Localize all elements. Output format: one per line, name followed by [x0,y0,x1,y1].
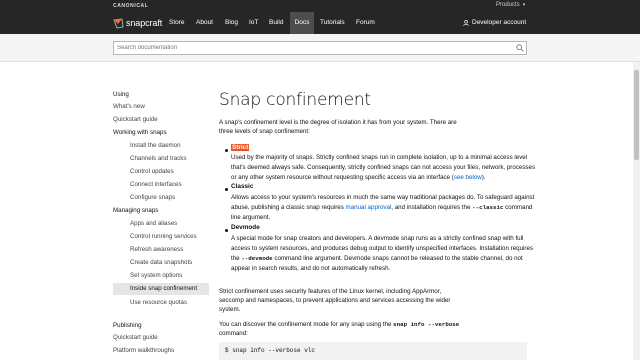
devmode-desc-1: A special mode for snap creators and dev… [231,235,524,242]
strict-desc-1: Used by the majority of snaps. Strictly … [231,154,528,161]
code-block: $ snap info --verbose vlc [219,342,527,360]
nav-item-iot[interactable]: IoT [249,12,259,34]
classic-desc-3: line argument. [231,214,271,221]
para3-line-1: You can discover the confinement mode fo… [219,320,459,330]
devmode-term: Devmode [231,224,260,231]
nav-item-about[interactable]: About [196,12,214,34]
bullet [225,188,228,191]
canonical-topbar: CANONICAL Products ▾ [0,0,640,12]
account-label: Developer account [472,19,527,26]
sidebar-item-data-snapshots[interactable]: Create data snapshots [130,257,192,269]
sidebar-item-refresh-awareness[interactable]: Refresh awareness [130,244,183,256]
products-label: Products [496,2,520,8]
nav-item-docs[interactable]: Docs [290,12,314,34]
main-nav: snapcraft Store About Blog IoT Build Doc… [0,12,640,34]
para3-line-2: command: [219,330,248,337]
classic-term: Classic [231,183,254,190]
page-scrollbar[interactable] [633,62,640,360]
sidebar-item-whats-new[interactable]: What's new [113,101,145,113]
sidebar-item-configure-snaps[interactable]: Configure snaps [130,192,175,204]
devmode-desc-2: access to system resources, and produces… [231,245,533,252]
page-title: Snap confinement [219,90,371,110]
snapcraft-logo[interactable]: snapcraft [113,16,162,30]
snapcraft-icon [113,17,124,29]
bullet [225,229,228,232]
sidebar-item-connect-interfaces[interactable]: Connect interfaces [130,179,182,191]
classic-desc-1: Allows access to your system's resources… [231,194,535,201]
strict-term: Strict [231,144,250,151]
devmode-desc-4: appear in search results, and do not aut… [231,265,391,272]
classic-desc-2: abuse, publishing a classic snap require… [231,203,532,213]
manual-approval-link[interactable]: manual approval [346,204,392,211]
classic-flag-code: --classic [472,204,504,211]
classic-desc-2c: command [503,204,533,211]
nav-item-blog[interactable]: Blog [225,12,239,34]
nav-item-store[interactable]: Store [169,12,185,34]
devmode-desc-3b: command line argument. Devmode snaps can… [272,255,523,262]
bullet [225,149,228,152]
user-icon [463,20,469,26]
sidebar-item-snap-confinement[interactable]: Inside snap confinement [113,283,209,295]
code-line: $ snap info --verbose vlc [225,347,316,354]
canonical-logo[interactable]: CANONICAL [113,3,148,9]
products-menu[interactable]: Products ▾ [496,2,525,8]
intro-line-2: three levels of snap confinement: [219,128,310,135]
sidebar-item-apps-aliases[interactable]: Apps and aliases [130,218,177,230]
search-input[interactable] [113,41,527,55]
strict-desc-2: that's deemed always safe. Consequently,… [231,164,536,171]
logo-text: snapcraft [126,18,163,28]
sidebar-item-channels-tracks[interactable]: Channels and tracks [130,153,186,165]
developer-account-link[interactable]: Developer account [463,12,526,34]
search-bar [0,34,640,62]
strict-desc-3: or any other system resource without req… [231,173,486,183]
devmode-flag-code: --devmode [241,255,273,262]
para2-line-3: system. [219,306,241,313]
sidebar-heading-working-with-snaps[interactable]: Working with snaps [113,127,167,139]
sidebar-item-platform-walkthroughs[interactable]: Platform walkthroughs [113,345,174,357]
chevron-down-icon: ▾ [522,2,526,8]
snap-info-code: snap info --verbose [393,321,460,328]
sidebar-item-control-updates[interactable]: Control updates [130,166,174,178]
para2-line-2: seccomp and namespaces, to prevent appli… [219,297,451,304]
strict-desc-3b: ). [481,174,486,181]
sidebar-heading-managing-snaps[interactable]: Managing snaps [113,205,158,217]
classic-desc-2a: abuse, publishing a classic snap require… [231,204,346,211]
sidebar-heading-using: Using [113,91,129,98]
nav-item-forum[interactable]: Forum [356,12,376,34]
sidebar-item-publishing-quickstart[interactable]: Quickstart guide [113,332,158,344]
devmode-desc-3: the --devmode command line argument. Dev… [231,254,523,264]
sidebar-item-install-daemon[interactable]: Install the daemon [130,140,181,152]
strict-highlight: Strict [231,144,250,151]
strict-desc-3a: or any other system resource without req… [231,174,454,181]
para3-text: You can discover the confinement mode fo… [219,321,394,328]
nav-item-build[interactable]: Build [269,12,285,34]
sidebar-heading-publishing: Publishing [113,322,142,329]
devmode-desc-3a: the [231,255,242,262]
sidebar-item-control-services[interactable]: Control running services [130,231,197,243]
sidebar-item-quickstart[interactable]: Quickstart guide [113,114,158,126]
classic-desc-2b: , and installation requires the [391,204,473,211]
see-below-link[interactable]: see below [454,174,482,181]
nav-item-tutorials[interactable]: Tutorials [320,12,346,34]
sidebar-item-system-options[interactable]: Set system options [130,270,182,282]
sidebar-item-resource-quotas[interactable]: Use resource quotas [130,297,187,309]
scrollbar-thumb[interactable] [634,70,639,160]
search-icon[interactable] [516,44,524,52]
